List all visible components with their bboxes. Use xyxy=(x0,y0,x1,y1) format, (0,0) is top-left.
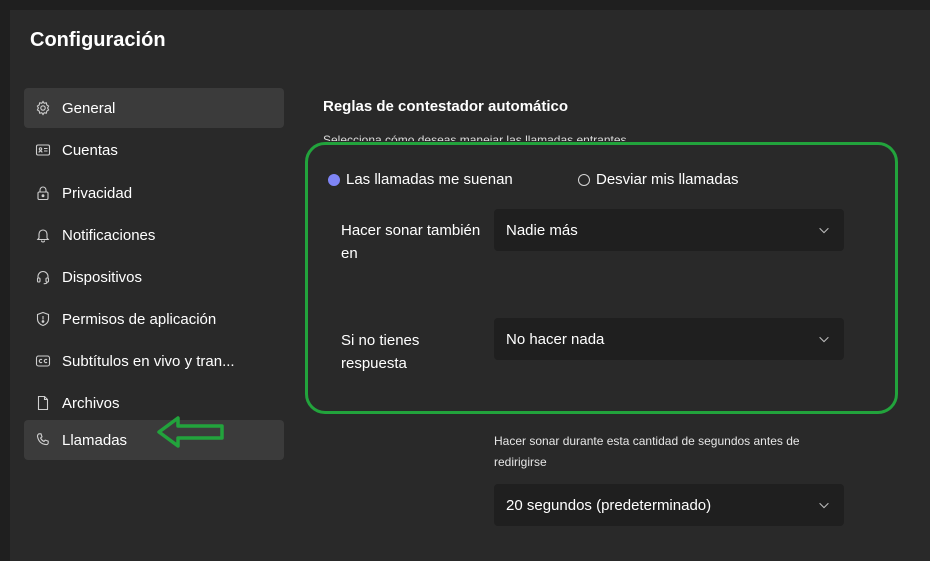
id-card-icon xyxy=(34,141,52,159)
sidebar-item-general[interactable]: General xyxy=(24,88,284,128)
bell-icon xyxy=(34,226,52,244)
dropdown-value: No hacer nada xyxy=(506,330,605,348)
phone-icon xyxy=(34,431,52,449)
dropdown-value: 20 segundos (predeterminado) xyxy=(506,496,712,514)
lock-icon xyxy=(34,184,52,202)
sidebar-item-dispositivos[interactable]: Dispositivos xyxy=(24,257,284,297)
sidebar-item-privacidad[interactable]: Privacidad xyxy=(24,173,284,213)
no-answer-label: Si no tienes respuesta xyxy=(341,332,420,372)
section-title: Reglas de contestador automático xyxy=(323,98,569,115)
ring-also-label: Hacer sonar también en xyxy=(341,222,481,262)
radio-ring-me[interactable]: Las llamadas me suenan xyxy=(328,171,513,188)
chevron-down-icon xyxy=(816,331,832,347)
sidebar-item-label: Notificaciones xyxy=(62,226,156,244)
chevron-down-icon xyxy=(816,222,832,238)
sidebar-item-cuentas[interactable]: Cuentas xyxy=(24,130,284,170)
sidebar-item-label: Dispositivos xyxy=(62,268,143,286)
sidebar-item-archivos[interactable]: Archivos xyxy=(24,383,284,423)
shield-icon xyxy=(34,310,52,328)
dropdown-value: Nadie más xyxy=(506,221,578,239)
headset-icon xyxy=(34,268,52,286)
sidebar-item-label: Cuentas xyxy=(62,141,118,159)
sidebar-item-notificaciones[interactable]: Notificaciones xyxy=(24,215,284,255)
radio-unchecked-icon xyxy=(578,173,590,186)
ring-also-dropdown[interactable]: Nadie más xyxy=(494,209,844,251)
ring-delay-label: Hacer sonar durante esta cantidad de seg… xyxy=(494,434,800,469)
sidebar-item-label: Privacidad xyxy=(62,184,133,202)
chevron-down-icon xyxy=(816,497,832,513)
file-icon xyxy=(34,394,52,412)
sidebar-item-label: General xyxy=(62,99,116,117)
radio-label: Desviar mis llamadas xyxy=(596,171,739,188)
sidebar-item-subtitulos[interactable]: Subtítulos en vivo y tran... xyxy=(24,341,284,381)
sidebar-item-permisos[interactable]: Permisos de aplicación xyxy=(24,299,284,339)
radio-checked-icon xyxy=(328,173,340,186)
annotation-arrow-icon xyxy=(157,416,224,448)
page-title: Configuración xyxy=(30,29,166,51)
sidebar-item-label: Llamadas xyxy=(62,431,128,449)
no-answer-dropdown[interactable]: No hacer nada xyxy=(494,318,844,360)
settings-panel: Configuración General Cuentas Privacidad… xyxy=(10,10,930,561)
ring-delay-dropdown[interactable]: 20 segundos (predeterminado) xyxy=(494,484,844,526)
sidebar-item-llamadas[interactable]: Llamadas xyxy=(24,420,284,460)
section-description: Selecciona cómo deseas manejar las llama… xyxy=(323,133,627,141)
closed-caption-icon xyxy=(34,352,52,370)
gear-icon xyxy=(34,99,52,117)
radio-forward-calls[interactable]: Desviar mis llamadas xyxy=(578,171,739,188)
radio-label: Las llamadas me suenan xyxy=(346,171,513,188)
sidebar-item-label: Subtítulos en vivo y tran... xyxy=(62,352,235,370)
sidebar-item-label: Archivos xyxy=(62,394,120,412)
sidebar-item-label: Permisos de aplicación xyxy=(62,310,217,328)
